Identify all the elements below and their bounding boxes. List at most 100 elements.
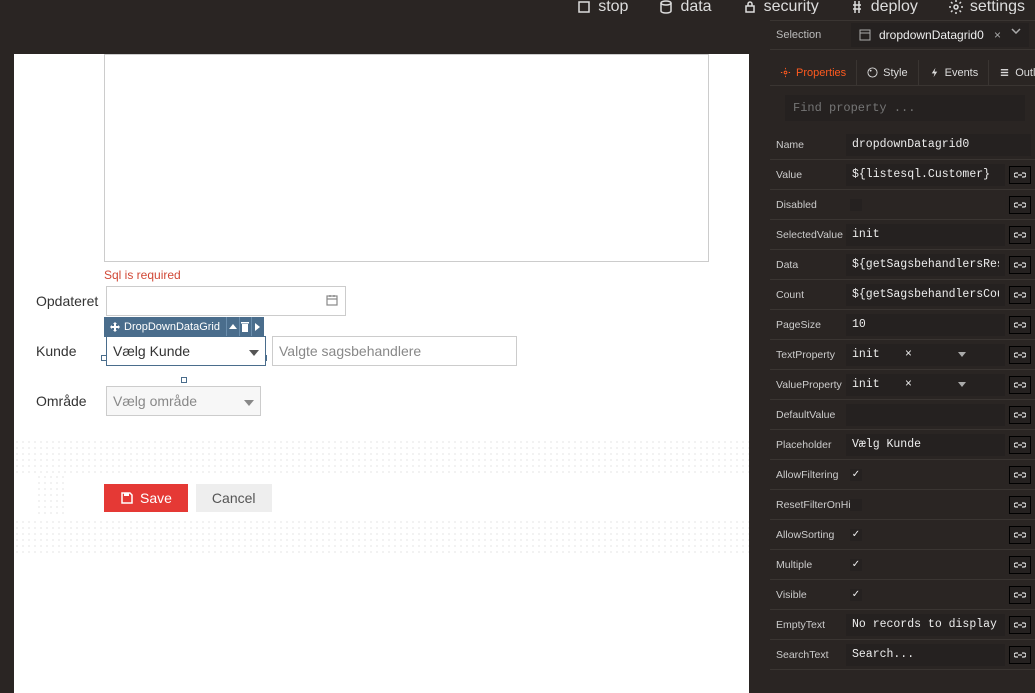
- prop-input[interactable]: [846, 164, 1005, 186]
- prop-input[interactable]: [846, 314, 1005, 336]
- prop-value[interactable]: [846, 404, 1005, 426]
- prop-bind-button[interactable]: [1009, 526, 1031, 544]
- prop-row-valueproperty: ValuePropertyinit×: [770, 370, 1035, 400]
- prop-input[interactable]: [846, 434, 1005, 456]
- prop-row-name: Name: [770, 130, 1035, 160]
- prop-checkbox[interactable]: ✓: [850, 529, 862, 541]
- sql-error: Sql is required: [104, 268, 181, 282]
- prop-bind-button[interactable]: [1009, 556, 1031, 574]
- prop-checkbox[interactable]: ✓: [850, 589, 862, 601]
- prop-row-searchtext: SearchText: [770, 640, 1035, 670]
- prop-input[interactable]: [846, 644, 1005, 666]
- prop-input[interactable]: [846, 254, 1005, 276]
- prop-value[interactable]: [846, 224, 1005, 246]
- prop-value[interactable]: [846, 284, 1005, 306]
- adorn-up[interactable]: [226, 317, 239, 337]
- selection-value[interactable]: dropdownDatagrid0 ×: [851, 23, 1029, 47]
- sagsbehandlere-input[interactable]: Valgte sagsbehandlere: [272, 336, 517, 366]
- prop-value[interactable]: ✓: [846, 529, 1005, 541]
- prop-value[interactable]: ✓: [846, 469, 1005, 481]
- omrade-dropdown[interactable]: Vælg område: [106, 386, 261, 416]
- kunde-dropdown[interactable]: Vælg Kunde: [106, 336, 266, 366]
- prop-label: SelectedValue: [770, 229, 842, 241]
- prop-combo[interactable]: init×: [846, 374, 1005, 396]
- nav-settings[interactable]: settings: [948, 0, 1025, 14]
- chevron-down-icon[interactable]: [952, 378, 1005, 391]
- stop-icon: [576, 0, 592, 14]
- clear-icon[interactable]: ×: [899, 378, 952, 391]
- prop-input[interactable]: [846, 134, 1031, 156]
- prop-label: EmptyText: [770, 619, 842, 631]
- opdateret-input[interactable]: [106, 286, 346, 316]
- prop-combo[interactable]: init×: [846, 344, 1005, 366]
- prop-bind-button[interactable]: [1009, 466, 1031, 484]
- nav-security[interactable]: security: [742, 0, 819, 14]
- save-button[interactable]: Save: [104, 484, 188, 512]
- prop-bind-button[interactable]: [1009, 226, 1031, 244]
- adorn-delete[interactable]: [239, 317, 252, 337]
- calendar-icon[interactable]: [325, 293, 339, 310]
- tab-events[interactable]: Events: [919, 60, 990, 85]
- prop-value[interactable]: [846, 254, 1005, 276]
- chevron-down-icon[interactable]: [952, 348, 1005, 361]
- cancel-button[interactable]: Cancel: [196, 484, 272, 512]
- prop-checkbox[interactable]: [850, 499, 862, 511]
- prop-bind-button[interactable]: [1009, 346, 1031, 364]
- canvas-page[interactable]: Sql is required Opdateret DropDownDataGr…: [14, 54, 749, 693]
- nav-stop[interactable]: stop: [576, 0, 628, 14]
- prop-bind-button[interactable]: [1009, 496, 1031, 514]
- prop-value[interactable]: [846, 314, 1005, 336]
- row-kunde: Kunde Vælg Kunde Valgte sagsbehandlere: [36, 336, 517, 366]
- prop-bind-button[interactable]: [1009, 166, 1031, 184]
- prop-row-selectedvalue: SelectedValue: [770, 220, 1035, 250]
- selection-clear-icon[interactable]: ×: [994, 28, 1001, 42]
- prop-checkbox[interactable]: [850, 199, 862, 211]
- prop-bind-button[interactable]: [1009, 286, 1031, 304]
- prop-value[interactable]: ✓: [846, 559, 1005, 571]
- prop-value[interactable]: [846, 164, 1005, 186]
- adorn-title[interactable]: DropDownDataGrid: [104, 321, 226, 333]
- prop-label: Value: [770, 169, 842, 181]
- prop-input[interactable]: [846, 614, 1005, 636]
- list-icon: [999, 67, 1010, 78]
- chevron-down-icon: [244, 393, 254, 409]
- tab-outline[interactable]: Outline: [989, 60, 1035, 85]
- tab-style[interactable]: Style: [857, 60, 918, 85]
- chevron-down-icon[interactable]: [1011, 28, 1021, 34]
- prop-bind-button[interactable]: [1009, 436, 1031, 454]
- component-icon: [859, 29, 871, 41]
- prop-value[interactable]: [846, 134, 1031, 156]
- property-search-input[interactable]: [785, 95, 1025, 121]
- prop-bind-button[interactable]: [1009, 316, 1031, 334]
- prop-label: Disabled: [770, 199, 842, 211]
- prop-value[interactable]: [846, 614, 1005, 636]
- nav-deploy[interactable]: deploy: [849, 0, 918, 14]
- prop-label: Placeholder: [770, 439, 842, 451]
- prop-value[interactable]: [846, 434, 1005, 456]
- prop-value[interactable]: ✓: [846, 589, 1005, 601]
- prop-value[interactable]: [846, 199, 1005, 211]
- nav-data[interactable]: data: [658, 0, 711, 14]
- prop-bind-button[interactable]: [1009, 256, 1031, 274]
- prop-bind-button[interactable]: [1009, 406, 1031, 424]
- prop-checkbox[interactable]: ✓: [850, 559, 862, 571]
- prop-value[interactable]: [846, 499, 1005, 511]
- prop-input[interactable]: [846, 224, 1005, 246]
- prop-input[interactable]: [846, 404, 1005, 426]
- prop-value[interactable]: init×: [846, 374, 1005, 396]
- adorn-next[interactable]: [251, 317, 264, 337]
- prop-bind-button[interactable]: [1009, 376, 1031, 394]
- prop-bind-button[interactable]: [1009, 586, 1031, 604]
- prop-checkbox[interactable]: ✓: [850, 469, 862, 481]
- sql-textarea[interactable]: [104, 54, 709, 262]
- property-list: NameValueDisabledSelectedValueDataCountP…: [770, 130, 1035, 693]
- clear-icon[interactable]: ×: [899, 348, 952, 361]
- prop-label: Visible: [770, 589, 842, 601]
- tab-properties[interactable]: Properties: [770, 60, 857, 85]
- prop-input[interactable]: [846, 284, 1005, 306]
- prop-value[interactable]: init×: [846, 344, 1005, 366]
- prop-bind-button[interactable]: [1009, 646, 1031, 664]
- prop-value[interactable]: [846, 644, 1005, 666]
- prop-bind-button[interactable]: [1009, 196, 1031, 214]
- prop-bind-button[interactable]: [1009, 616, 1031, 634]
